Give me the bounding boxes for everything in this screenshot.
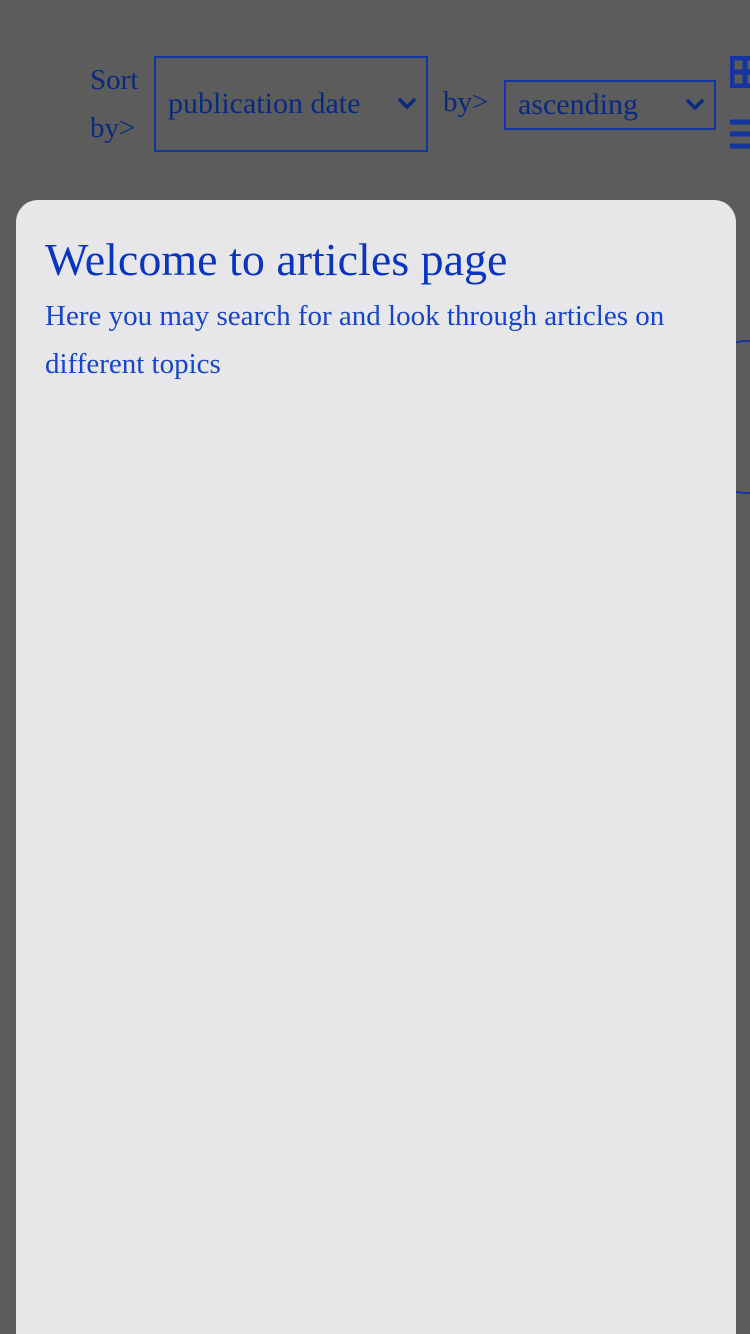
modal-description: Here you may search for and look through… [45, 300, 665, 380]
chevron-down-icon [686, 99, 704, 110]
sort-toolbar: Sort by> publication date by> ascending [0, 0, 750, 200]
sort-label: Sort by> [90, 64, 139, 144]
welcome-modal: Welcome to articles page Here you may se… [16, 200, 736, 1334]
sort-order-value: ascending [518, 88, 638, 121]
modal-title: Welcome to articles page [45, 234, 508, 285]
sort-field-select[interactable]: publication date [154, 56, 428, 152]
view-toggle [730, 56, 750, 156]
order-label: by> [443, 86, 489, 118]
chevron-down-icon [398, 98, 416, 109]
sort-field-value: publication date [168, 87, 361, 120]
sort-order-select[interactable]: ascending [504, 80, 716, 130]
articles-page: Sort by> publication date by> ascending [0, 0, 750, 1334]
list-view-icon[interactable] [730, 118, 750, 150]
grid-view-icon[interactable] [730, 56, 750, 88]
